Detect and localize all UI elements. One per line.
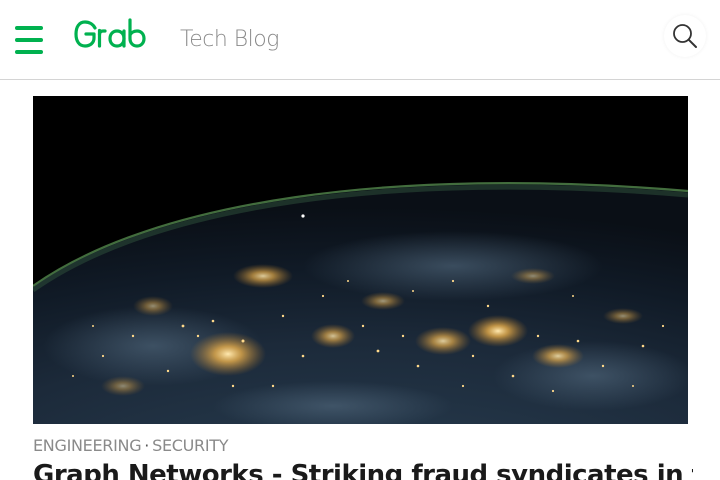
post-title-link[interactable]: Graph Networks - Striking fraud syndicat… [33, 460, 693, 480]
post-tags: ENGINEERING · SECURITY [33, 436, 229, 455]
search-button[interactable] [664, 15, 706, 57]
search-icon [673, 24, 697, 48]
hamburger-bar-bottom [15, 50, 43, 54]
hamburger-menu-icon[interactable] [15, 26, 43, 54]
earth-night-image [33, 96, 688, 424]
page: Tech Blog ENGINEERING · SECURITY Graph N… [0, 0, 720, 480]
site-logo[interactable]: Tech Blog [74, 14, 279, 58]
tag-security[interactable]: SECURITY [152, 436, 228, 455]
hamburger-bar-middle [15, 38, 43, 42]
site-header: Tech Blog [0, 0, 720, 80]
hero-image[interactable] [33, 96, 688, 424]
tag-engineering[interactable]: ENGINEERING [33, 436, 142, 455]
grab-logo [74, 18, 146, 48]
brand-subtitle: Tech Blog [180, 26, 279, 52]
tag-separator: · [144, 436, 150, 455]
hamburger-bar-top [15, 26, 43, 30]
